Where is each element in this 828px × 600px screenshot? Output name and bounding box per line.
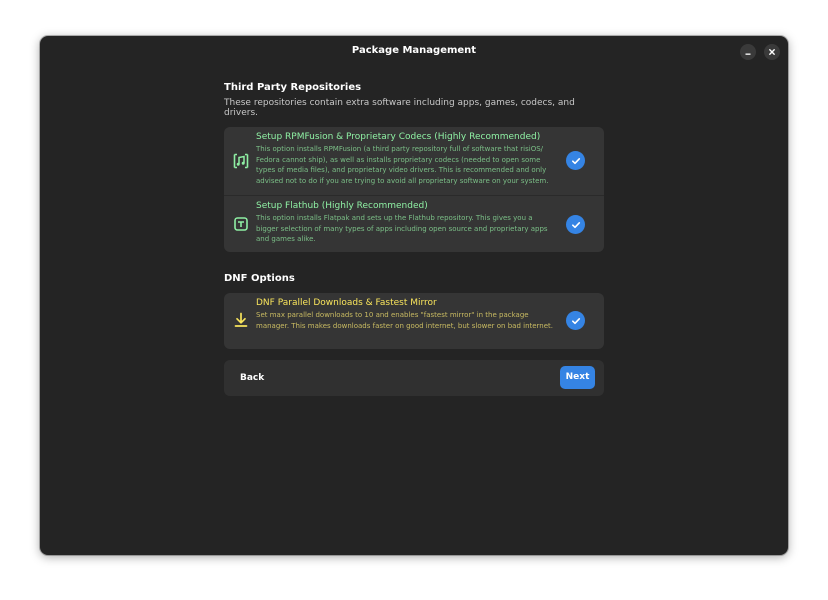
- third-party-subtitle: These repositories contain extra softwar…: [224, 98, 575, 118]
- minimize-button[interactable]: [740, 44, 756, 60]
- checkmark-icon: [571, 221, 580, 228]
- rpmfusion-description: This option installs RPMFusion (a third …: [256, 145, 549, 185]
- close-button[interactable]: [764, 44, 780, 60]
- back-button[interactable]: Back: [232, 366, 272, 390]
- navigation-bar: Back Next: [224, 360, 604, 396]
- dnf-parallel-title: DNF Parallel Downloads & Fastest Mirror: [256, 298, 437, 308]
- flathub-description: This option installs Flatpak and sets up…: [256, 214, 548, 243]
- flathub-checkbox[interactable]: [566, 215, 585, 234]
- app-window: Package Management Third Party Repositor…: [40, 36, 788, 555]
- main-content: Third Party Repositories These repositor…: [224, 82, 604, 396]
- checkmark-icon: [571, 157, 580, 164]
- dnf-parallel-checkbox[interactable]: [566, 311, 585, 330]
- title-bar: Package Management: [40, 36, 788, 66]
- window-title: Package Management: [351, 45, 477, 56]
- rpmfusion-title: Setup RPMFusion & Proprietary Codecs (Hi…: [256, 132, 541, 142]
- package-box-icon: [233, 216, 249, 232]
- rpmfusion-checkbox[interactable]: [566, 151, 585, 170]
- option-rpmfusion[interactable]: Setup RPMFusion & Proprietary Codecs (Hi…: [224, 127, 604, 195]
- dnf-parallel-description: Set max parallel downloads to 10 and ena…: [256, 311, 554, 330]
- option-flathub[interactable]: Setup Flathub (Highly Recommended) This …: [224, 195, 604, 252]
- checkmark-icon: [571, 317, 580, 324]
- download-icon: [233, 312, 249, 328]
- music-file-icon: [233, 153, 249, 169]
- minimize-icon: [745, 53, 751, 55]
- next-button[interactable]: Next: [560, 366, 595, 389]
- third-party-card: Setup RPMFusion & Proprietary Codecs (Hi…: [224, 127, 604, 252]
- flathub-title: Setup Flathub (Highly Recommended): [256, 201, 428, 211]
- third-party-heading: Third Party Repositories: [224, 82, 362, 93]
- close-icon: [769, 49, 775, 55]
- dnf-heading: DNF Options: [224, 273, 295, 284]
- dnf-card: DNF Parallel Downloads & Fastest Mirror …: [224, 293, 604, 349]
- option-dnf-parallel[interactable]: DNF Parallel Downloads & Fastest Mirror …: [224, 293, 604, 349]
